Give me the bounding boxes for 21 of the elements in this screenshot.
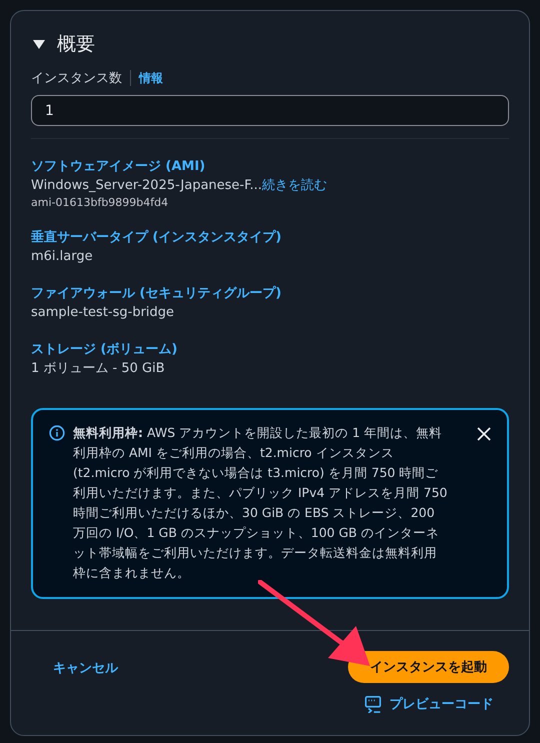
alert-text: 無料利用枠: AWS アカウントを開設した最初の 1 年間は、無料利用枠の AMI をご利用の場合、t2.micro インスタンス (t2.micro が利用できない場合は t3.micro) を月間 750 時間ご利用いただけます。また、パブリック IPv4 アドレスを月間 750 時間ご利用いただけるほか、30 GiB の EBS ストレージ、200 万回の I/O、1 GB のスナップショット、100 GB のインターネット帯域幅をご利用いただけます。データ転送料金は無料利用枠に含まれません。 <box>73 424 448 582</box>
info-link[interactable]: 情報 <box>139 70 163 86</box>
preview-code-link[interactable]: プレビューコード <box>364 695 494 713</box>
section-link[interactable]: ストレージ (ボリューム) <box>31 340 509 359</box>
section-value: 1 ボリューム - 50 GiB <box>31 361 165 376</box>
caret-icon[interactable] <box>33 38 45 50</box>
cancel-link[interactable]: キャンセル <box>53 659 118 677</box>
info-icon <box>49 425 65 441</box>
read-more-link[interactable]: 続きを読む <box>262 178 328 193</box>
section-value: m6i.large <box>31 249 93 264</box>
instance-count-field[interactable]: 1 <box>31 95 509 126</box>
panel-title: 概要 <box>57 32 95 57</box>
section-link[interactable]: ファイアウォール (セキュリティグループ) <box>31 284 509 303</box>
launch-button[interactable]: インスタンスを起動 <box>348 651 509 683</box>
field-label: インスタンス数 <box>31 70 122 87</box>
section-value: Windows_Server-2025-Japanese-F... <box>31 178 262 193</box>
section-link[interactable]: 垂直サーバータイプ (インスタンスタイプ) <box>31 228 509 247</box>
ami-id: ami-01613bfb9899b4fd4 <box>31 195 170 210</box>
code-screen-icon <box>364 695 382 713</box>
section-link[interactable]: ソフトウェアイメージ (AMI) <box>31 157 509 176</box>
section-value: sample-test-sg-bridge <box>31 305 174 320</box>
